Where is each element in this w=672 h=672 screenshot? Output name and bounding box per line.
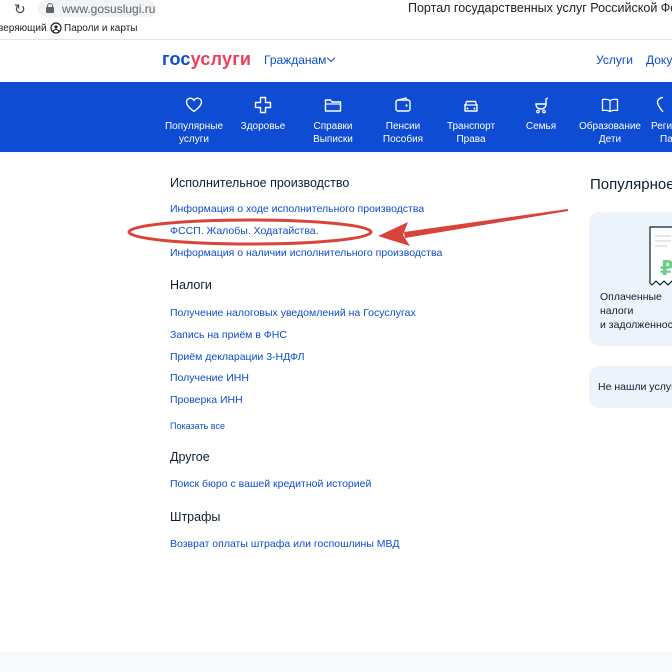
documents-link[interactable]: Документы — [646, 53, 672, 67]
heart-icon — [185, 97, 203, 113]
key-icon — [50, 22, 62, 37]
link-check-inn[interactable]: Проверка ИНН — [170, 394, 243, 406]
category-region[interactable]: РегионПа — [648, 82, 672, 152]
footer-strip — [0, 652, 672, 672]
svg-text:₽: ₽ — [660, 256, 672, 280]
link-get-inn[interactable]: Получение ИНН — [170, 372, 249, 384]
wallet-icon — [395, 97, 411, 112]
arrow-head-icon — [378, 222, 410, 246]
annotation-arrow — [404, 209, 568, 238]
link-credit-bureau[interactable]: Поиск бюро с вашей кредитной историей — [170, 478, 371, 490]
category-family[interactable]: Семья — [510, 82, 572, 152]
url-text: www.gosuslugi.ru — [62, 2, 156, 16]
link-enforcement-availability[interactable]: Информация о наличии исполнительного про… — [170, 247, 442, 259]
lock-icon — [46, 3, 54, 13]
pin-icon — [656, 96, 664, 113]
section-title-other: Другое — [170, 450, 210, 464]
audience-selector[interactable]: Гражданам — [264, 53, 326, 67]
show-all-link[interactable]: Показать все — [170, 421, 225, 431]
section-title-fines: Штрафы — [170, 510, 221, 524]
popular-title: Популярное — [590, 176, 672, 193]
bookmark-item[interactable]: веряющий — [0, 23, 47, 34]
stroller-icon — [535, 97, 549, 114]
link-tax-notifications[interactable]: Получение налоговых уведомлений на Госус… — [170, 307, 416, 319]
category-education[interactable]: Образование Дети — [576, 82, 644, 152]
folder-icon — [324, 99, 342, 112]
category-certificates[interactable]: Справки Выписки — [302, 82, 364, 152]
link-fine-refund[interactable]: Возврат оплаты штрафа или госпошлины МВД — [170, 538, 399, 550]
reload-icon[interactable]: ↻ — [14, 1, 26, 18]
gosuslugi-logo[interactable]: госуслуги — [162, 49, 251, 70]
medical-cross-icon — [254, 96, 272, 114]
receipt-icon: ₽ — [649, 226, 672, 286]
link-fssp-complaints[interactable]: ФССП. Жалобы. Ходатайства. — [170, 225, 319, 237]
bookmark-passwords[interactable]: Пароли и карты — [64, 23, 137, 34]
category-pensions[interactable]: Пенсии Пособия — [372, 82, 434, 152]
chevron-down-icon[interactable] — [326, 53, 336, 63]
book-icon — [601, 98, 619, 113]
section-title-taxes: Налоги — [170, 278, 212, 292]
screen: ↻ www.gosuslugi.ru Портал государственны… — [0, 0, 672, 672]
not-found-card[interactable]: Не нашли услугу? — [589, 366, 672, 408]
category-popular[interactable]: Популярные услуги — [160, 82, 228, 152]
link-enforcement-progress[interactable]: Информация о ходе исполнительного произв… — [170, 203, 424, 215]
url-field[interactable]: www.gosuslugi.ru — [38, 0, 156, 17]
car-icon — [464, 100, 478, 112]
category-transport[interactable]: Транспорт Права — [440, 82, 502, 152]
site-header: госуслуги Гражданам Услуги Документы — [0, 40, 672, 82]
section-title-enforcement: Исполнительное производство — [170, 176, 350, 190]
paid-taxes-card[interactable]: ₽ Оплаченные налоги и задолженность — [589, 212, 672, 346]
link-3ndfl[interactable]: Приём декларации 3-НДФЛ — [170, 351, 305, 363]
page-title: Портал государственных услуг Российской … — [408, 1, 672, 15]
browser-address-bar: ↻ www.gosuslugi.ru Портал государственны… — [0, 0, 672, 18]
bookmarks-bar: веряющий Пароли и карты — [0, 20, 672, 40]
services-link[interactable]: Услуги — [596, 53, 633, 67]
category-bar: Популярные услуги Здоровье Справки Выписки… — [0, 82, 672, 152]
category-health[interactable]: Здоровье — [232, 82, 294, 152]
link-fns-appointment[interactable]: Запись на приём в ФНС — [170, 329, 287, 341]
